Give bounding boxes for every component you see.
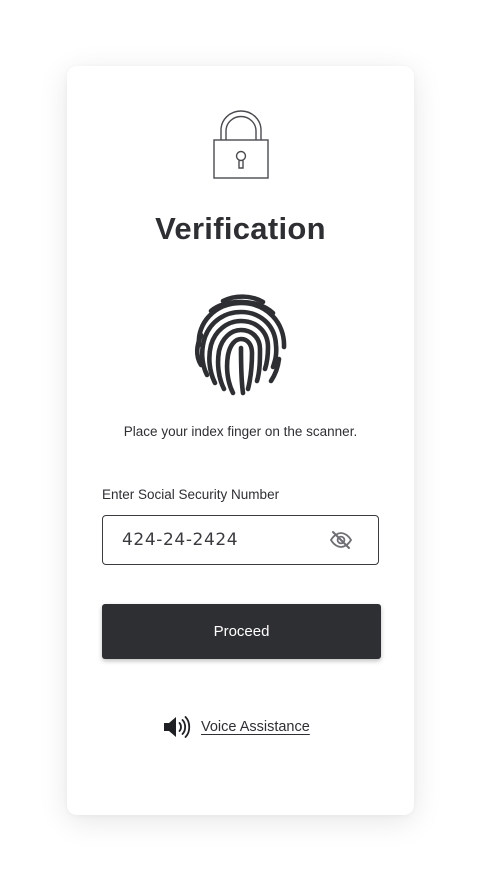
fingerprint-icon[interactable] — [187, 293, 295, 399]
instruction-text: Place your index finger on the scanner. — [123, 424, 358, 439]
speaker-icon — [164, 716, 191, 738]
lock-icon — [213, 110, 269, 179]
ssn-input[interactable] — [122, 516, 322, 564]
verification-card: Verification Place your index finger on … — [67, 66, 414, 815]
page-title: Verification — [155, 211, 326, 246]
voice-assistance-label: Voice Assistance — [201, 719, 310, 735]
ssn-field-container — [102, 515, 379, 565]
eye-off-icon[interactable] — [329, 530, 353, 550]
voice-assistance-link[interactable]: Voice Assistance — [162, 714, 310, 740]
proceed-button[interactable]: Proceed — [102, 604, 381, 659]
ssn-field-label: Enter Social Security Number — [102, 487, 280, 502]
